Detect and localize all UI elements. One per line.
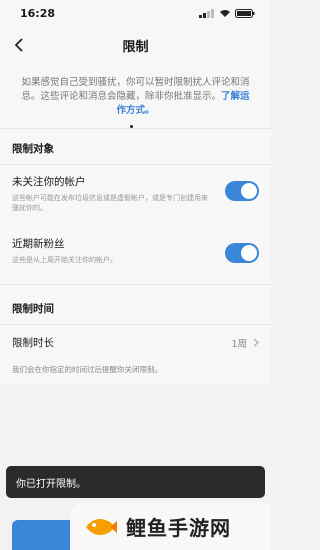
restrict-duration-value: 1周 [231,338,247,350]
restrict-target-title: 限制对象 [0,132,271,165]
wifi-icon [220,9,230,17]
nav-bar: 限制 [0,26,271,64]
toggle-knob [241,245,257,261]
toast-message: 你已打开限制。 [6,466,265,498]
restrict-row-new-followers: 近期新粉丝 这些是从上周开始关注你的帐户。 [0,227,271,285]
signal-icon [199,8,214,18]
non-followers-toggle[interactable] [225,181,259,201]
intro-text: 如果感觉自己受到骚扰，你可以暂时限制扰人评论和消息。这些评论和消息会隐藏，除非你… [0,64,271,129]
restrict-target-section: 限制对象 未关注你的帐户 这些帐户可能在发布垃圾信息或是虚假帐户，或是专门创建用… [0,125,271,285]
watermark: 鲤鱼手游网 [70,503,271,550]
status-time: 16:28 [20,6,56,20]
restrict-time-section: 限制时间 限制时长 1周 我们会在你指定的时间过后提醒你关闭限制。 [0,285,271,385]
back-arrow-icon[interactable] [10,35,30,55]
chevron-right-icon [253,338,259,347]
row-title: 未关注你的帐户 [12,176,86,188]
status-icons [199,8,255,18]
page-title: 限制 [122,39,149,55]
restrict-row-non-followers: 未关注你的帐户 这些帐户可能在发布垃圾信息或是虚假帐户，或是专门创建用来骚扰你的… [0,165,271,227]
restrict-duration-label: 限制时长 [12,337,54,349]
new-followers-toggle[interactable] [225,243,259,263]
status-bar: 16:28 [0,0,271,26]
restrict-time-note: 我们会在你指定的时间过后提醒你关闭限制。 [12,365,162,374]
toggle-knob [241,183,257,199]
row-description: 这些是从上周开始关注你的帐户。 [12,256,117,264]
row-title: 近期新粉丝 [12,238,65,250]
battery-icon [235,8,255,18]
restrict-time-title: 限制时间 [0,285,271,325]
row-description: 这些帐户可能在发布垃圾信息或是虚假帐户，或是专门创建用来骚扰你的。 [12,194,208,212]
intro-description: 如果感觉自己受到骚扰，你可以暂时限制扰人评论和消息。这些评论和消息会隐藏，除非你… [21,77,250,102]
restrict-duration-row[interactable]: 限制时长 1周 [0,325,271,360]
scroll-dot [130,125,133,128]
fish-logo-icon [86,518,117,535]
watermark-text: 鲤鱼手游网 [126,516,231,540]
